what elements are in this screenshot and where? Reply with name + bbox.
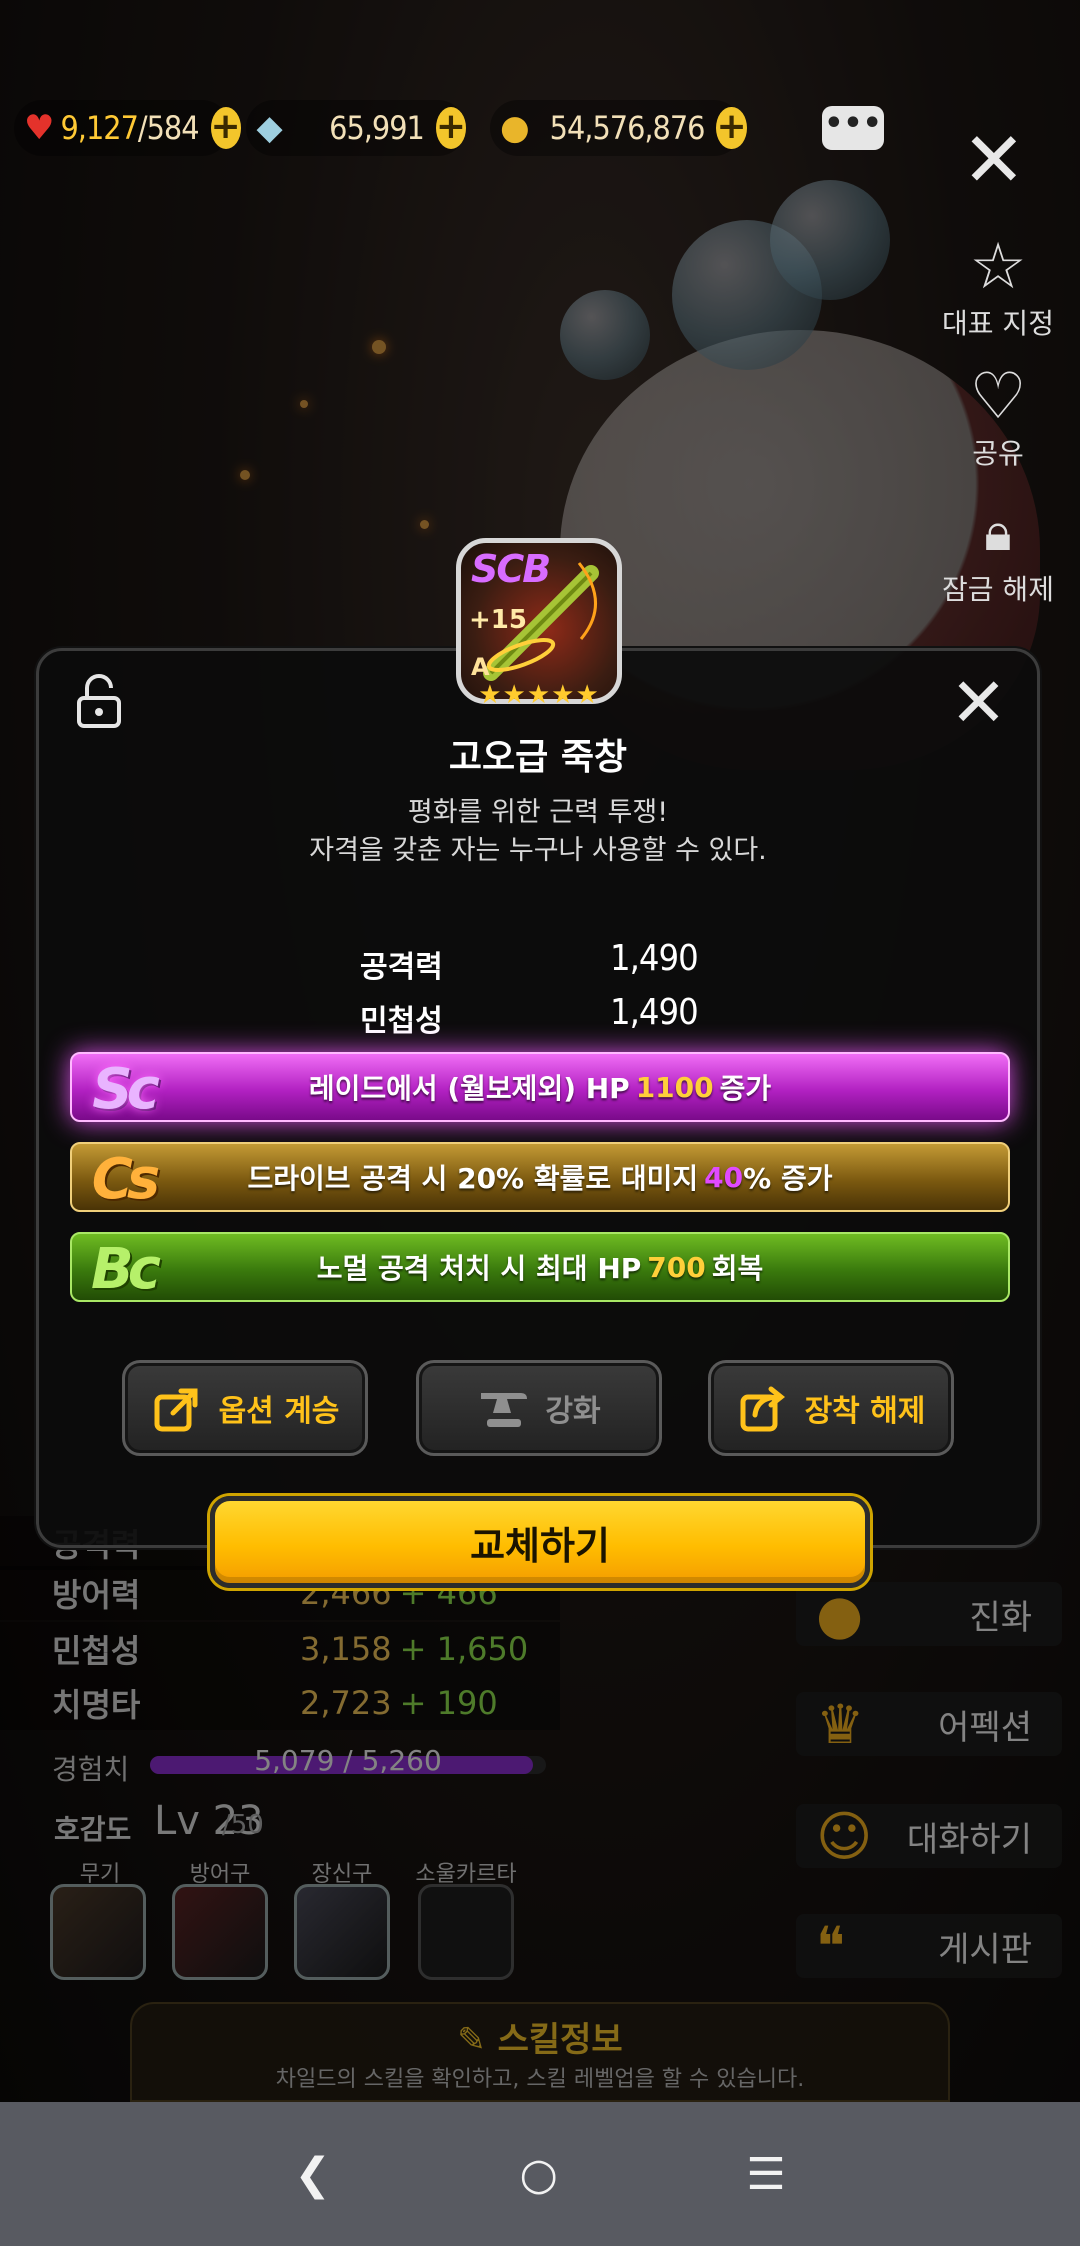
inherit-option-label: 옵션 계승 (218, 1394, 340, 1429)
share-arrow-icon (151, 1381, 205, 1435)
export-arrow-icon (737, 1381, 791, 1435)
heart-outline-icon: ♡ (969, 360, 1027, 434)
hearts-value: 9,127/584 (60, 109, 199, 147)
back-icon[interactable]: ❮ (294, 2149, 331, 2200)
share-button[interactable]: ♡ 공유 (928, 362, 1068, 472)
enhance-label: 강화 (545, 1394, 601, 1429)
recents-menu-icon[interactable]: ☰ (746, 2149, 785, 2200)
item-stat-value-attack: 1,490 (610, 938, 699, 979)
unlock-label: 잠금 해제 (942, 573, 1054, 606)
gold-coin-icon: ● (500, 108, 530, 148)
lock-icon: 🔒︎ (984, 503, 1012, 563)
option-value: 40 (704, 1160, 744, 1194)
gold-counter: ● 54,576,876 + (490, 100, 747, 156)
star-outline-icon: ☆ (969, 230, 1027, 304)
lock-open-icon[interactable] (76, 674, 122, 728)
item-description-line1: 평화를 위한 근력 투쟁! (407, 797, 669, 828)
option-value: 1100 (635, 1070, 714, 1104)
add-hearts-button[interactable]: + (210, 107, 241, 149)
option-text-suffix: % 증가 (743, 1162, 833, 1195)
item-name: 고오급 죽창 (448, 737, 628, 778)
item-enhance-level: +15 (469, 605, 527, 635)
option-text-suffix: 회복 (711, 1252, 764, 1285)
representative-label: 대표 지정 (942, 307, 1054, 340)
anvil-icon (477, 1381, 531, 1435)
replace-button[interactable]: 교체하기 (210, 1496, 870, 1588)
representative-button[interactable]: ☆ 대표 지정 (928, 232, 1068, 342)
item-grade: SCB (471, 547, 551, 591)
item-stat-value-agility: 1,490 (610, 992, 699, 1033)
enhance-button[interactable]: 강화 (416, 1360, 662, 1456)
option-text: 노멀 공격 처치 시 최대 HP (316, 1252, 642, 1285)
share-label: 공유 (972, 437, 1024, 470)
option-row-sc: Sc 레이드에서 (월보제외) HP 1100 증가 (70, 1052, 1010, 1122)
unlock-button[interactable]: 🔒︎ 잠금 해제 (928, 498, 1068, 608)
option-grade-badge-bc: Bc (91, 1236, 161, 1302)
option-row-cs: Cs 드라이브 공격 시 20% 확률로 대미지 40 % 증가 (70, 1142, 1010, 1212)
gem-icon: ◆ (256, 108, 283, 148)
option-text: 레이드에서 (월보제외) HP (308, 1072, 630, 1105)
close-icon[interactable]: ✕ (962, 120, 1026, 200)
option-grade-badge-cs: Cs (91, 1146, 160, 1212)
option-text: 드라이브 공격 시 20% 확률로 대미지 (247, 1162, 699, 1195)
home-icon[interactable]: ○ (520, 2149, 558, 2200)
option-grade-badge-sc: Sc (92, 1056, 160, 1122)
unequip-button[interactable]: 장착 해제 (708, 1360, 954, 1456)
add-gold-button[interactable]: + (716, 107, 747, 149)
chat-icon[interactable]: ••• (822, 106, 884, 150)
inherit-option-button[interactable]: 옵션 계승 (122, 1360, 368, 1456)
gems-value: 65,991 (329, 109, 425, 147)
gold-value: 54,576,876 (549, 109, 706, 147)
option-value: 700 (647, 1250, 706, 1284)
item-rank: A (471, 653, 490, 681)
heart-icon: ♥ (24, 108, 55, 148)
system-navigation-bar: ❮ ○ ☰ (0, 2102, 1080, 2246)
item-stars: ★★★★★ (478, 680, 600, 710)
unequip-label: 장착 해제 (804, 1394, 926, 1429)
option-row-bc: Bc 노멀 공격 처치 시 최대 HP 700 회복 (70, 1232, 1010, 1302)
add-gems-button[interactable]: + (435, 107, 466, 149)
option-text-suffix: 증가 (719, 1072, 772, 1105)
gems-counter: ◆ 65,991 + (246, 100, 466, 156)
item-description-line2: 자격을 갖춘 자는 누구나 사용할 수 있다. (309, 835, 767, 866)
hearts-counter: ♥ 9,127/584 + (14, 100, 241, 156)
